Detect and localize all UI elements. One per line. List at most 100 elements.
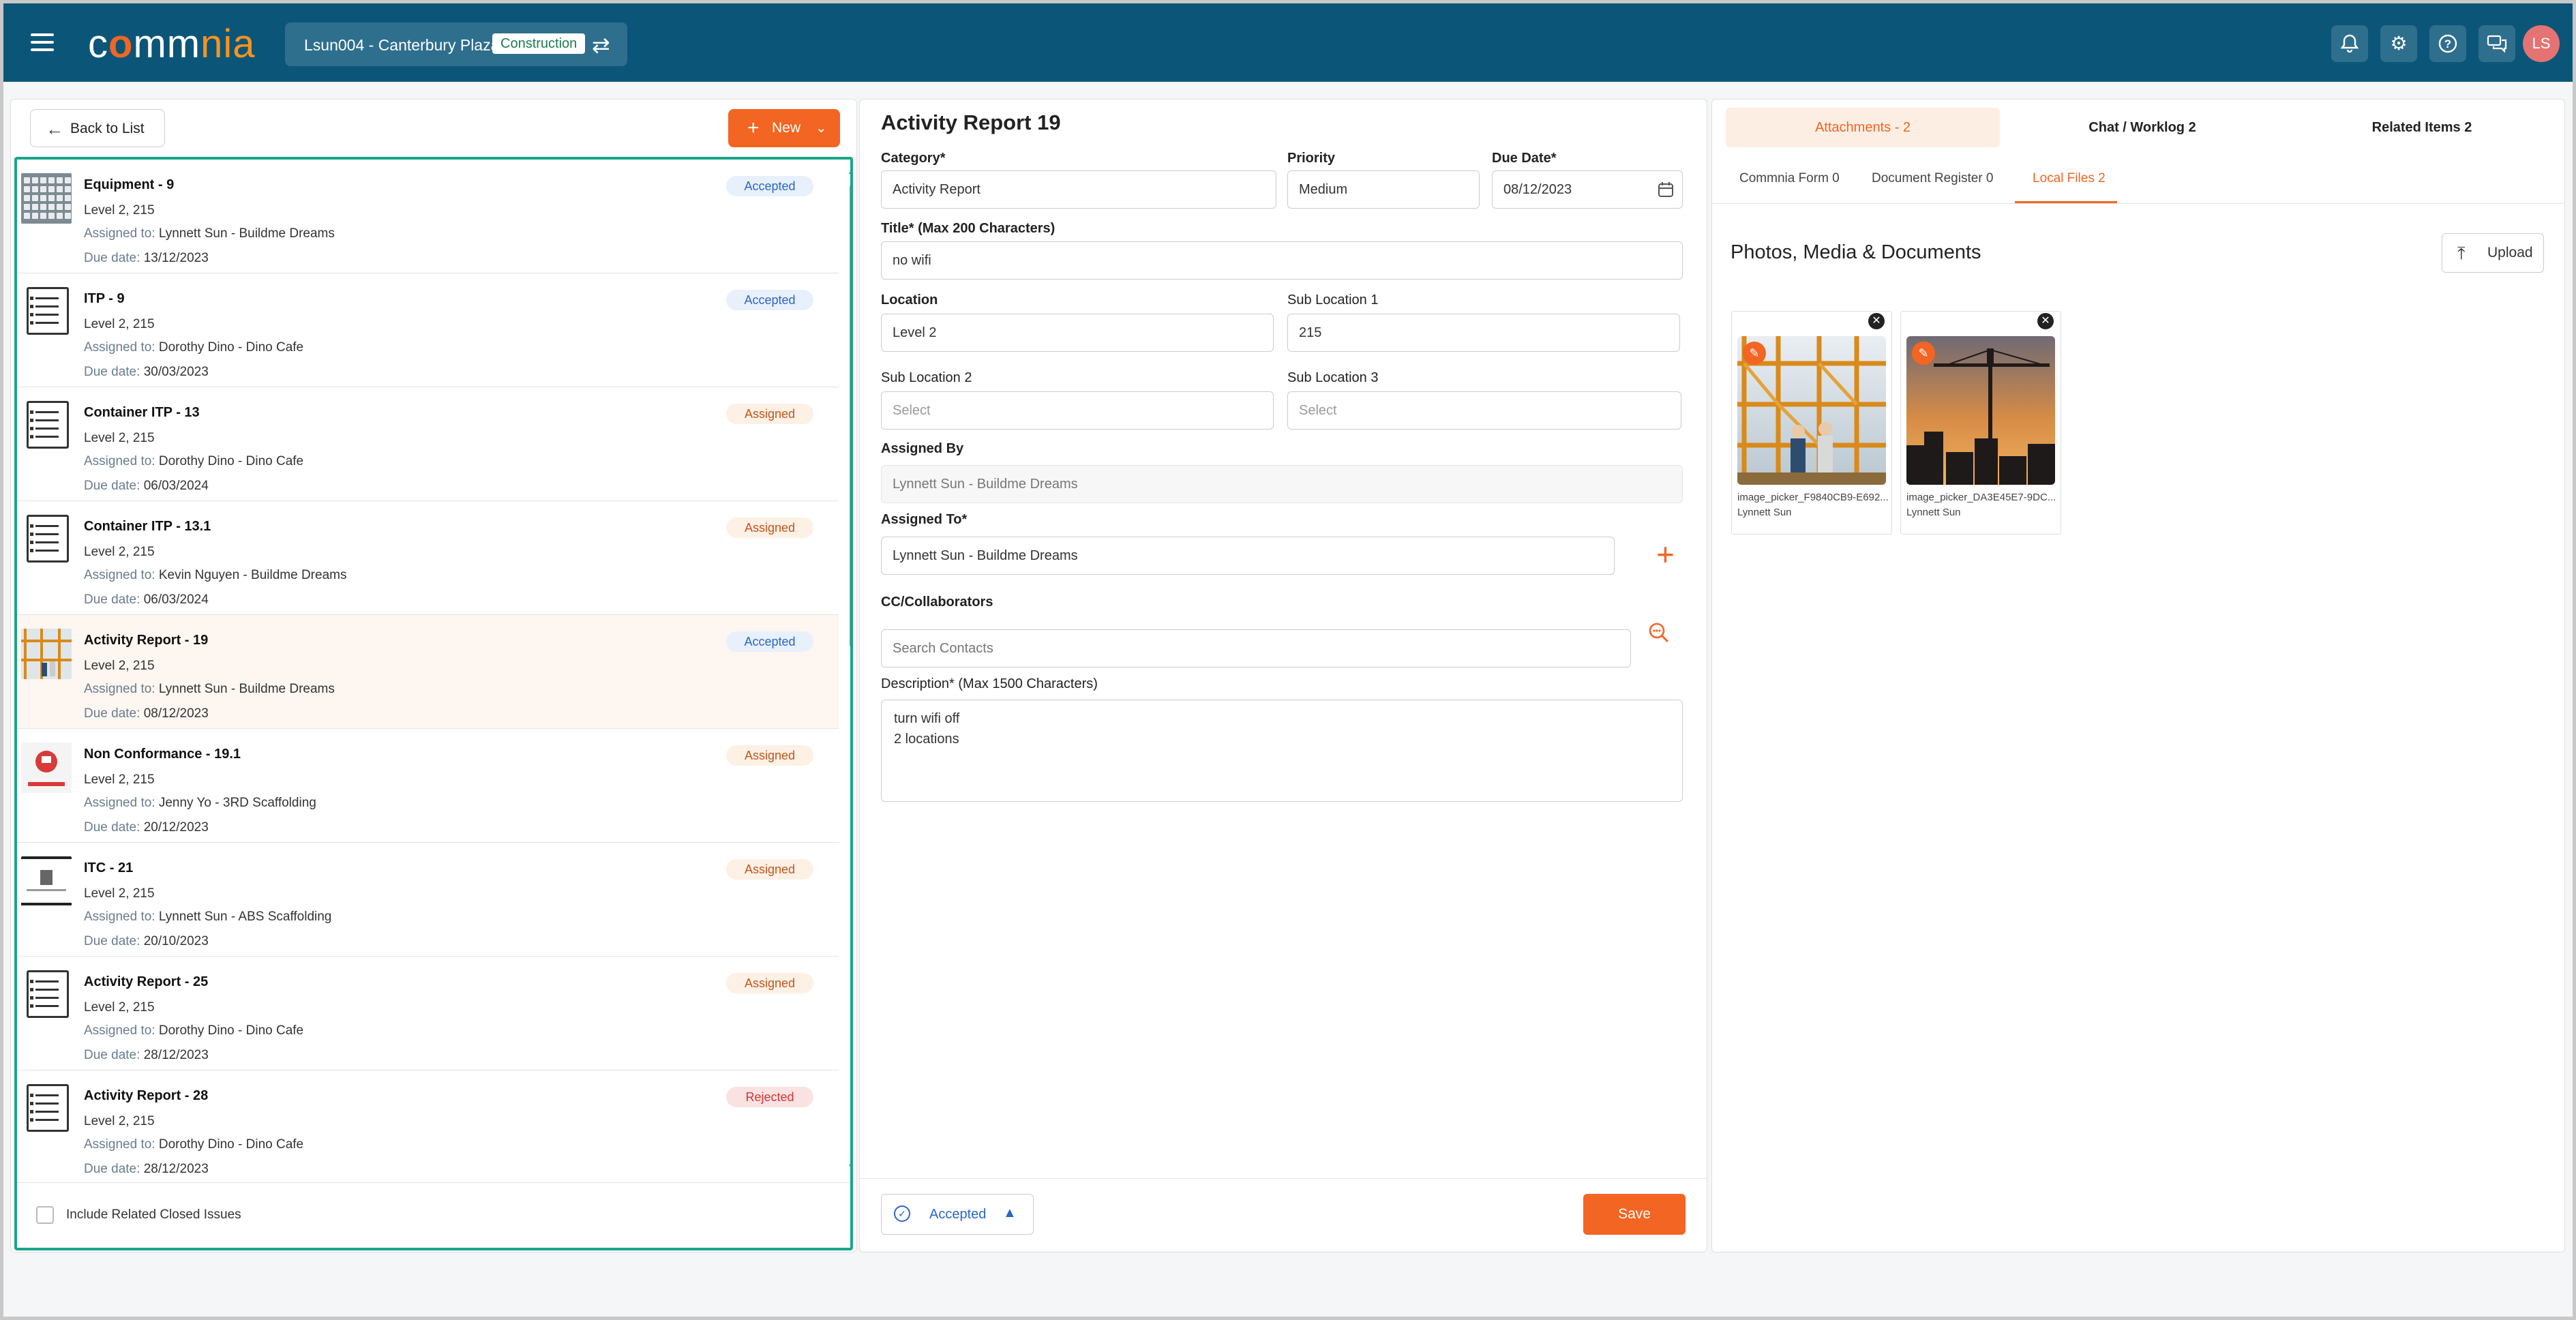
item-location: Level 2, 215 xyxy=(84,1000,155,1015)
priority-label: Priority xyxy=(1287,151,1336,166)
priority-select[interactable]: Medium xyxy=(1287,170,1480,209)
add-assignee-icon[interactable]: + xyxy=(1656,536,1675,573)
item-assigned: Assigned to: Dorothy Dino - Dino Cafe xyxy=(84,1023,304,1038)
item-due: Due date: 28/12/2023 xyxy=(84,1048,209,1062)
list-item[interactable]: Activity Report - 25 Level 2, 215 Assigned… xyxy=(17,957,839,1070)
app-window: commnia Lsun004 - Canterbury Plaza Const… xyxy=(3,3,2573,1317)
bell-icon[interactable] xyxy=(2331,25,2368,62)
help-icon[interactable]: ? xyxy=(2429,25,2466,62)
status-badge: Rejected xyxy=(726,1087,813,1107)
list-item[interactable]: ITP - 9 Level 2, 215 Assigned to: Dorothy … xyxy=(17,273,839,387)
category-select[interactable]: Activity Report xyxy=(881,170,1276,209)
item-due: Due date: 30/03/2023 xyxy=(84,365,209,379)
include-closed-checkbox[interactable] xyxy=(36,1206,54,1224)
file-card[interactable]: ✕ ✎ image_picker_F9840CB9-E692... Lynnet… xyxy=(1731,311,1892,535)
sub-location-2-label: Sub Location 2 xyxy=(881,370,972,385)
subtab-commnia-form[interactable]: Commnia Form 0 xyxy=(1739,171,1840,186)
subtab-divider xyxy=(1712,203,2564,204)
user-avatar[interactable]: LS xyxy=(2523,25,2560,62)
item-assigned: Assigned to: Lynnett Sun - Buildme Dream… xyxy=(84,682,335,696)
arrow-left-icon: ← xyxy=(46,119,63,139)
file-name: image_picker_F9840CB9-E692... xyxy=(1737,492,1889,503)
list-item[interactable]: Activity Report - 19 Level 2, 215 Assigned… xyxy=(17,615,839,729)
menu-icon[interactable] xyxy=(31,33,54,51)
tab-attachments[interactable]: Attachments - 2 xyxy=(1726,108,2000,147)
new-button[interactable]: + New ⌄ xyxy=(728,109,840,147)
chat-icon[interactable] xyxy=(2478,25,2515,62)
remove-file-icon[interactable]: ✕ xyxy=(1868,313,1885,329)
remove-file-icon[interactable]: ✕ xyxy=(2037,313,2054,329)
title-input[interactable]: no wifi xyxy=(881,241,1683,280)
item-title: Equipment - 9 xyxy=(84,177,175,192)
list-item[interactable]: Container ITP - 13.1 Level 2, 215 Assigned… xyxy=(17,501,839,615)
list-item[interactable]: ITC - 21 Level 2, 215 Assigned to: Lynnett… xyxy=(17,843,839,957)
check-circle-icon: ✓ xyxy=(894,1205,910,1222)
swap-icon[interactable]: ⇄ xyxy=(592,32,610,58)
list-item[interactable]: Activity Report - 28 Level 2, 215 Assigned… xyxy=(17,1070,839,1182)
search-contacts-icon[interactable] xyxy=(1648,622,1670,644)
item-due: Due date: 06/03/2024 xyxy=(84,592,209,607)
item-title: ITC - 21 xyxy=(84,860,134,875)
item-assigned: Assigned to: Lynnett Sun - ABS Scaffoldi… xyxy=(84,910,332,924)
cc-label: CC/Collaborators xyxy=(881,595,993,610)
project-tag: Construction xyxy=(492,33,586,54)
status-badge: Accepted xyxy=(726,631,813,652)
status-badge: Accepted xyxy=(726,290,813,310)
scroll-down-icon[interactable]: ▼ xyxy=(847,1162,850,1174)
commnia-logo[interactable]: commnia xyxy=(88,21,255,67)
item-title: Container ITP - 13.1 xyxy=(84,519,211,534)
save-button[interactable]: Save xyxy=(1583,1194,1686,1235)
assigned-to-label: Assigned To* xyxy=(881,512,968,527)
back-to-list-button[interactable]: ← Back to List xyxy=(30,109,165,147)
item-due: Due date: 20/12/2023 xyxy=(84,820,209,835)
edit-file-icon[interactable]: ✎ xyxy=(1743,342,1766,365)
issue-list-items[interactable]: Equipment - 9 Level 2, 215 Assigned to: Ly… xyxy=(17,160,839,1182)
tab-related-items[interactable]: Related Items 2 xyxy=(2285,108,2559,147)
description-textarea[interactable]: turn wifi off 2 locations xyxy=(881,700,1683,802)
assigned-by-field: Lynnett Sun - Buildme Dreams xyxy=(881,465,1683,503)
section-title: Photos, Media & Documents xyxy=(1731,241,1981,263)
list-item[interactable]: Equipment - 9 Level 2, 215 Assigned to: Ly… xyxy=(17,160,839,273)
assigned-by-label: Assigned By xyxy=(881,441,964,456)
item-assigned: Assigned to: Dorothy Dino - Dino Cafe xyxy=(84,340,304,355)
subtab-local-files[interactable]: Local Files 2 xyxy=(2033,171,2106,186)
sub-location-3-select[interactable]: Select xyxy=(1287,391,1681,430)
sub-location-2-select[interactable]: Select xyxy=(881,391,1274,430)
status-badge: Assigned xyxy=(726,518,813,538)
gear-icon[interactable]: ⚙ xyxy=(2380,25,2417,62)
project-selector[interactable]: Lsun004 - Canterbury Plaza Construction … xyxy=(285,22,627,66)
edit-file-icon[interactable]: ✎ xyxy=(1912,342,1935,365)
subtab-document-register[interactable]: Document Register 0 xyxy=(1872,171,1993,186)
status-dropdown[interactable]: ✓ Accepted ▲ xyxy=(881,1194,1034,1235)
search-contacts-input[interactable] xyxy=(881,629,1631,668)
issue-form-panel: Activity Report 19 Category* Activity Re… xyxy=(859,99,1707,1252)
assigned-to-select[interactable]: Lynnett Sun - Buildme Dreams xyxy=(881,537,1615,575)
title-label: Title* (Max 200 Characters) xyxy=(881,221,1055,236)
file-owner: Lynnett Sun xyxy=(1737,507,1792,518)
item-location: Level 2, 215 xyxy=(84,886,155,901)
scrollbar-thumb[interactable] xyxy=(850,184,853,648)
location-select[interactable]: Level 2 xyxy=(881,314,1274,352)
due-date-field[interactable]: 08/12/2023 xyxy=(1492,170,1683,209)
list-item[interactable]: Container ITP - 13 Level 2, 215 Assigned t… xyxy=(17,387,839,501)
attachments-panel: Attachments - 2 Chat / Worklog 2 Related… xyxy=(1711,99,2565,1252)
status-badge: Assigned xyxy=(726,859,813,880)
upload-button[interactable]: ⤒ Upload xyxy=(2442,233,2544,273)
item-due: Due date: 20/10/2023 xyxy=(84,934,209,948)
file-owner: Lynnett Sun xyxy=(1906,507,1961,518)
item-due: Due date: 08/12/2023 xyxy=(84,706,209,721)
calendar-icon[interactable] xyxy=(1658,171,1674,211)
item-title: ITP - 9 xyxy=(84,291,125,306)
description-label: Description* (Max 1500 Characters) xyxy=(881,676,1098,691)
list-item[interactable]: Non Conformance - 19.1 Level 2, 215 Assign… xyxy=(17,729,839,843)
due-date-label: Due Date* xyxy=(1492,151,1557,166)
issue-list: Equipment - 9 Level 2, 215 Assigned to: Ly… xyxy=(14,157,853,1250)
issue-list-panel: ← Back to List + New ⌄ Equipment - 9 Leve… xyxy=(10,99,857,1252)
scroll-up-icon[interactable]: ▲ xyxy=(847,165,850,177)
item-title: Container ITP - 13 xyxy=(84,405,200,420)
item-title: Activity Report - 28 xyxy=(84,1088,209,1103)
file-card[interactable]: ✕ ✎ image_picker_DA3E45E7-9DC... Lynnett… xyxy=(1900,311,2061,535)
tab-chat-worklog[interactable]: Chat / Worklog 2 xyxy=(2005,108,2279,147)
sub-location-1-select[interactable]: 215 xyxy=(1287,314,1680,352)
project-name: Lsun004 - Canterbury Plaza xyxy=(304,36,500,54)
